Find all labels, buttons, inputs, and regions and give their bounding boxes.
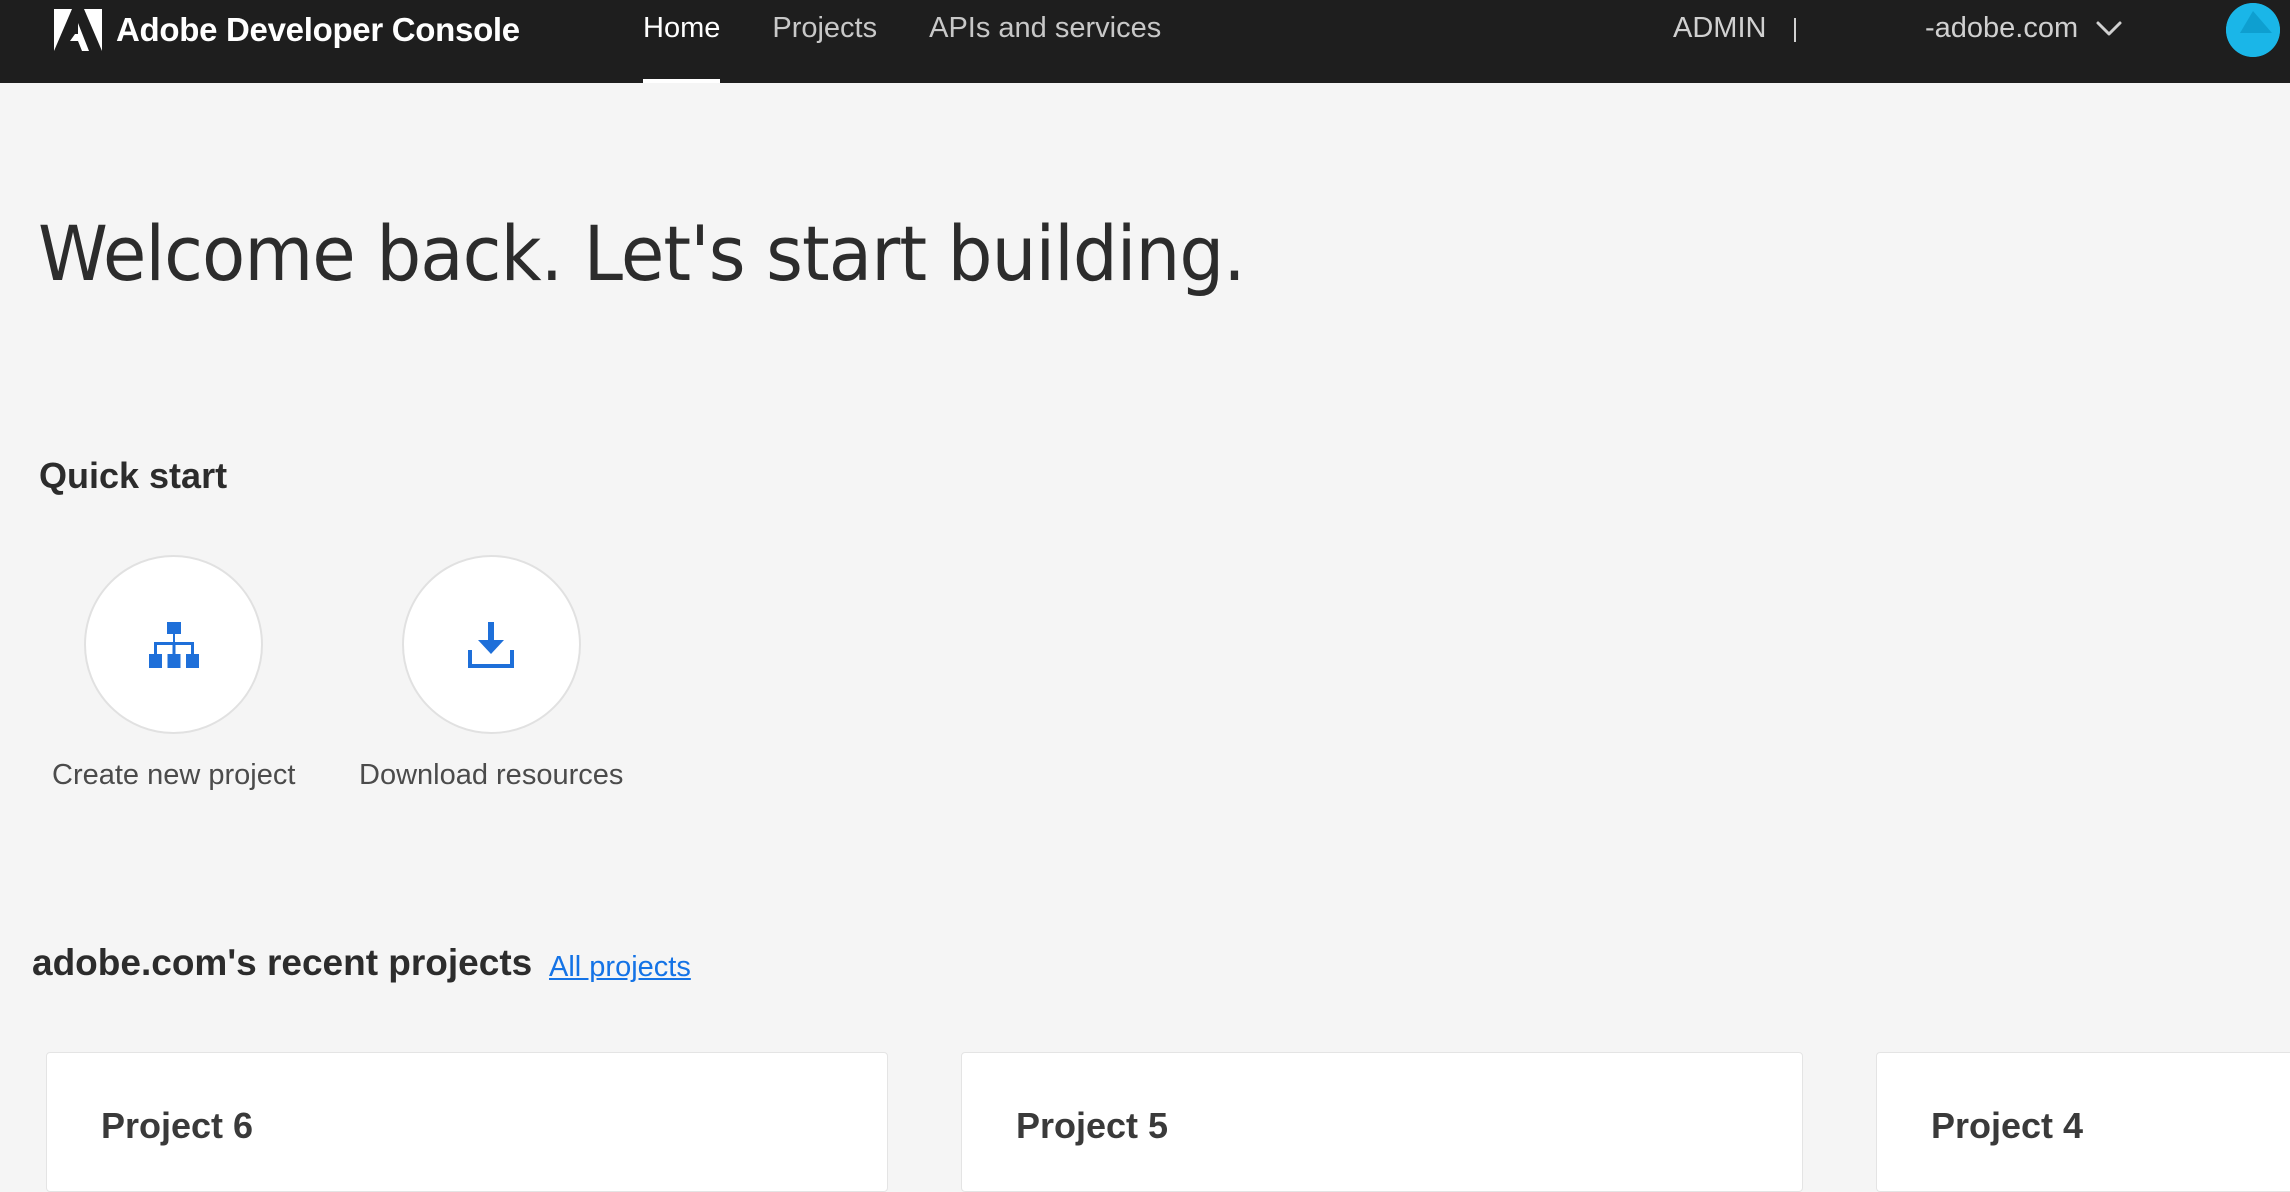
create-new-project-button[interactable]: Create new project bbox=[52, 555, 295, 792]
recent-projects-heading: adobe.com's recent projects bbox=[32, 942, 533, 983]
chevron-down-icon bbox=[2096, 21, 2122, 35]
avatar-image bbox=[2226, 3, 2280, 57]
main-nav: Home Projects APIs and services bbox=[643, 0, 1213, 83]
project-card-title: Project 4 bbox=[1931, 1105, 2084, 1146]
quick-start-heading: Quick start bbox=[39, 455, 228, 496]
adobe-logo-icon bbox=[54, 9, 102, 51]
download-resources-button[interactable]: Download resources bbox=[359, 555, 623, 792]
project-hierarchy-icon bbox=[148, 621, 199, 668]
download-icon bbox=[468, 621, 515, 668]
download-resources-label: Download resources bbox=[359, 759, 624, 791]
project-card-title: Project 6 bbox=[101, 1105, 254, 1146]
project-card-title: Project 5 bbox=[1016, 1105, 1169, 1146]
org-name: -adobe.com bbox=[1925, 12, 2079, 44]
page-title: Welcome back. Let's start building. bbox=[38, 209, 1246, 298]
download-resources-circle[interactable] bbox=[401, 555, 581, 734]
create-new-project-label: Create new project bbox=[52, 759, 296, 791]
app-title: Adobe Developer Console bbox=[116, 11, 520, 48]
brand[interactable]: Adobe Developer Console bbox=[54, 8, 520, 52]
project-card[interactable]: Project 5 bbox=[961, 1052, 1803, 1192]
role-label: ADMIN bbox=[1673, 12, 1767, 44]
avatar[interactable] bbox=[2226, 3, 2280, 57]
create-project-circle[interactable] bbox=[84, 555, 264, 734]
nav-projects[interactable]: Projects bbox=[772, 0, 877, 83]
project-card[interactable]: Project 4 bbox=[1876, 1052, 2290, 1192]
nav-apis-and-services[interactable]: APIs and services bbox=[929, 0, 1161, 83]
all-projects-link[interactable]: All projects bbox=[549, 951, 691, 984]
header-divider bbox=[1794, 18, 1796, 42]
nav-home[interactable]: Home bbox=[643, 0, 721, 83]
top-navigation-bar: Adobe Developer Console Home Projects AP… bbox=[0, 0, 2290, 83]
org-switcher[interactable]: -adobe.com bbox=[1925, 12, 2124, 45]
project-card[interactable]: Project 6 bbox=[46, 1052, 888, 1192]
